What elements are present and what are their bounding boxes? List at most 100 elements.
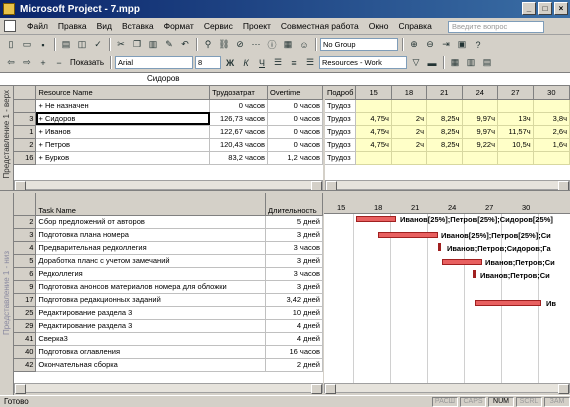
font-select[interactable]: Arial (115, 56, 194, 69)
arrow-left-icon[interactable]: ⇦ (4, 56, 18, 70)
view-icon[interactable]: ▦ (448, 56, 462, 70)
task-name[interactable]: Редактирование раздела 3 (35, 319, 267, 333)
autofilter-icon[interactable]: ▽ (409, 56, 423, 70)
menu-view[interactable]: Вид (92, 21, 117, 31)
task-name[interactable]: Доработка планс с учетом замечаний (35, 254, 267, 268)
col-task-name[interactable]: Task Name (35, 193, 267, 216)
task-name[interactable]: Окончательная сборка (35, 358, 267, 372)
table-row[interactable]: 16 + Бурков 83,2 часов 1,2 часов (14, 151, 323, 165)
table-icon[interactable]: ▤ (480, 56, 494, 70)
copy-icon[interactable]: ❐ (130, 38, 144, 52)
menu-window[interactable]: Окно (364, 21, 394, 31)
table-row[interactable]: 25 Редактирование раздела 3 10 дней (14, 306, 323, 320)
resource-name[interactable]: + Иванов (35, 125, 211, 139)
menu-collaborate[interactable]: Совместная работа (276, 21, 364, 31)
gantt-bar[interactable] (475, 300, 541, 306)
gantt-bar[interactable] (442, 259, 482, 265)
table-row[interactable]: 40 Подготовка оглавления 16 часов (14, 345, 323, 359)
zoom-in-icon[interactable]: ⊕ (407, 38, 421, 52)
task-name[interactable]: Сбор предложений от авторов (35, 215, 267, 229)
group-select[interactable]: No Group (320, 38, 398, 51)
usage-hscroll[interactable] (325, 180, 570, 191)
gantt-bar[interactable] (473, 270, 476, 278)
gantt-hscroll[interactable] (324, 383, 570, 394)
save-icon[interactable]: ▪ (36, 38, 50, 52)
entry-value[interactable]: Сидоров (147, 74, 180, 83)
align-right-icon[interactable]: ☰ (303, 56, 317, 70)
task-name[interactable]: Редактирование раздела 3 (35, 306, 267, 320)
table-row[interactable]: 2 + Петров 120,43 часов 0 часов (14, 138, 323, 152)
task-name[interactable]: Редколлегия (35, 267, 267, 281)
table-row[interactable]: 1 + Иванов 122,67 часов 0 часов (14, 125, 323, 139)
task-name[interactable]: Подготовка редакционных заданий (35, 293, 267, 307)
show-dropdown[interactable]: Показать (68, 58, 106, 67)
undo-icon[interactable]: ↶ (178, 38, 192, 52)
col-work[interactable]: Трудозатрат (209, 86, 269, 100)
bold-button[interactable]: Ж (223, 56, 237, 70)
filter-select[interactable]: Resources - Work (319, 56, 408, 69)
table-row[interactable]: 41 Сверка3 4 дней (14, 332, 323, 346)
goto-task-icon[interactable]: ⇥ (439, 38, 453, 52)
split-task-icon[interactable]: ⋯ (249, 38, 263, 52)
align-center-icon[interactable]: ≡ (287, 56, 301, 70)
menu-format[interactable]: Формат (159, 21, 199, 31)
maximize-button[interactable]: □ (538, 2, 552, 15)
menu-edit[interactable]: Правка (53, 21, 92, 31)
entry-bar[interactable]: Сидоров (0, 72, 570, 86)
col-overtime[interactable]: Overtime (267, 86, 323, 100)
resource-name[interactable]: + Петров (35, 138, 211, 152)
help-icon[interactable]: ? (471, 38, 485, 52)
link-tasks-icon[interactable]: ⛓ (217, 38, 231, 52)
arrow-right-icon[interactable]: ⇨ (20, 56, 34, 70)
print-icon[interactable]: ▤ (59, 38, 73, 52)
table-row[interactable]: 5 Доработка планс с учетом замечаний 3 дне… (14, 254, 323, 268)
table-row[interactable]: 9 Подготовка анонсов материалов номера дл… (14, 280, 323, 294)
format-painter-icon[interactable]: ✎ (162, 38, 176, 52)
resource-name-selected[interactable]: + Сидоров (35, 112, 211, 126)
task-name[interactable]: Подготовка анонсов материалов номера для… (35, 280, 267, 294)
table-row[interactable]: 3 + Сидоров 126,73 часов 0 часов (14, 112, 323, 126)
menu-help[interactable]: Справка (393, 21, 436, 31)
italic-button[interactable]: К (239, 56, 253, 70)
document-icon[interactable] (4, 20, 16, 32)
table-row[interactable]: 6 Редколлегия 3 часов (14, 267, 323, 281)
col-duration[interactable]: Длительность (265, 193, 323, 216)
assign-resources-icon[interactable]: ☺ (297, 38, 311, 52)
notes-icon[interactable]: ▦ (281, 38, 295, 52)
minimize-button[interactable]: _ (522, 2, 536, 15)
preview-icon[interactable]: ◫ (75, 38, 89, 52)
underline-button[interactable]: Ч (255, 56, 269, 70)
col-resource-name[interactable]: Resource Name (35, 86, 211, 100)
table-row[interactable]: 29 Редактирование раздела 34 дней (14, 319, 323, 333)
resource-hscroll[interactable] (14, 180, 323, 191)
resource-name[interactable]: + Не назначен (35, 99, 211, 113)
menu-file[interactable]: Файл (22, 21, 53, 31)
table-row[interactable]: 3 Подготовка плана номера 3 дней (14, 228, 323, 242)
gantt-bar[interactable] (378, 232, 438, 238)
task-name[interactable]: Сверка3 (35, 332, 267, 346)
menu-insert[interactable]: Вставка (117, 21, 159, 31)
table-row[interactable]: 17 Подготовка редакционных заданий 3,42 дн… (14, 293, 323, 307)
open-icon[interactable]: ▭ (20, 38, 34, 52)
gantt-bar[interactable] (356, 216, 396, 222)
copy-picture-icon[interactable]: ▣ (455, 38, 469, 52)
task-hscroll[interactable] (14, 383, 323, 394)
align-left-icon[interactable]: ☰ (271, 56, 285, 70)
help-search-input[interactable]: Введите вопрос (448, 21, 544, 33)
minus-icon[interactable]: − (52, 56, 66, 70)
resource-name[interactable]: + Бурков (35, 151, 211, 165)
task-name[interactable]: Предварительная редколлегия (35, 241, 267, 255)
zoom-out-icon[interactable]: ⊖ (423, 38, 437, 52)
font-size-select[interactable]: 8 (195, 56, 222, 69)
close-button[interactable]: × (554, 2, 568, 15)
table-row[interactable]: 4 Предварительная редколлегия 3 часов (14, 241, 323, 255)
table-row[interactable]: 2 Сбор предложений от авторов 5 дней (14, 215, 323, 229)
spelling-icon[interactable]: ✓ (91, 38, 105, 52)
gantt-bar[interactable] (438, 243, 441, 251)
task-info-icon[interactable]: ⓘ (265, 38, 279, 52)
table-row[interactable]: + Не назначен 0 часов 0 часов (14, 99, 323, 113)
new-icon[interactable]: ▯ (4, 38, 18, 52)
task-name[interactable]: Подготовка плана номера (35, 228, 267, 242)
plus-icon[interactable]: + (36, 56, 50, 70)
hyperlink-icon[interactable]: ⚲ (201, 38, 215, 52)
